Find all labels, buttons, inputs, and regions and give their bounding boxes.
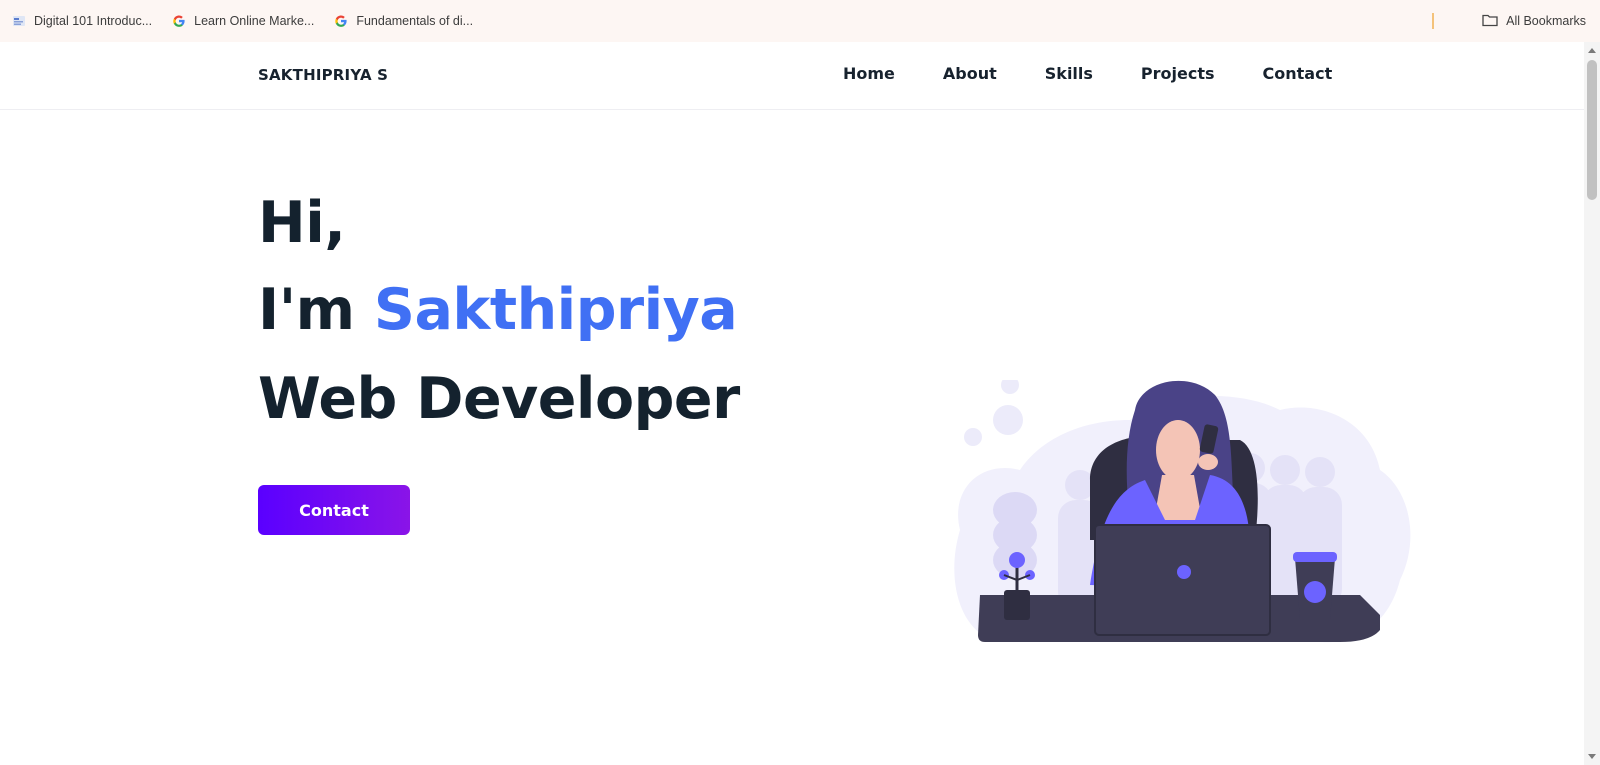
google-icon [334, 14, 348, 28]
site-logo[interactable]: SAKTHIPRIYA S [258, 66, 388, 84]
bookmark-item[interactable]: Digital 101 Introduc... [12, 14, 152, 28]
folder-icon [1482, 13, 1498, 30]
site-header: SAKTHIPRIYA S Home About Skills Projects… [0, 42, 1584, 110]
scrollbar-thumb[interactable] [1587, 60, 1597, 200]
site-favicon-icon [12, 14, 26, 28]
nav-about[interactable]: About [943, 64, 997, 83]
nav-skills[interactable]: Skills [1045, 64, 1093, 83]
bookmark-label: Learn Online Marke... [194, 14, 315, 28]
nav-projects[interactable]: Projects [1141, 64, 1215, 83]
scroll-up-icon[interactable] [1588, 48, 1596, 53]
scroll-down-icon[interactable] [1588, 754, 1596, 759]
main-nav: Home About Skills Projects Contact [843, 64, 1332, 83]
nav-contact[interactable]: Contact [1263, 64, 1333, 83]
bookmarks-bar: Digital 101 Introduc... Learn Online Mar… [0, 0, 1600, 42]
contact-button[interactable]: Contact [258, 485, 410, 535]
bookmark-label: Fundamentals of di... [356, 14, 474, 28]
all-bookmarks-button[interactable]: All Bookmarks [1482, 0, 1586, 42]
all-bookmarks-label: All Bookmarks [1506, 14, 1586, 28]
hero-name: Sakthipriya [373, 277, 738, 343]
bookmark-item[interactable]: Fundamentals of di... [334, 14, 473, 28]
google-icon [172, 14, 186, 28]
developer-illustration [954, 380, 1411, 643]
bookmarks-divider [1432, 13, 1434, 29]
hero-role: Web Developer [258, 366, 740, 432]
nav-home[interactable]: Home [843, 64, 895, 83]
hero-intro-prefix: I'm [258, 277, 374, 343]
hero-intro: I'm Sakthipriya [258, 277, 738, 343]
page-scrollbar[interactable] [1584, 42, 1600, 765]
hero-greeting: Hi, [258, 190, 346, 256]
bookmark-label: Digital 101 Introduc... [34, 14, 153, 28]
bookmark-item[interactable]: Learn Online Marke... [172, 14, 314, 28]
